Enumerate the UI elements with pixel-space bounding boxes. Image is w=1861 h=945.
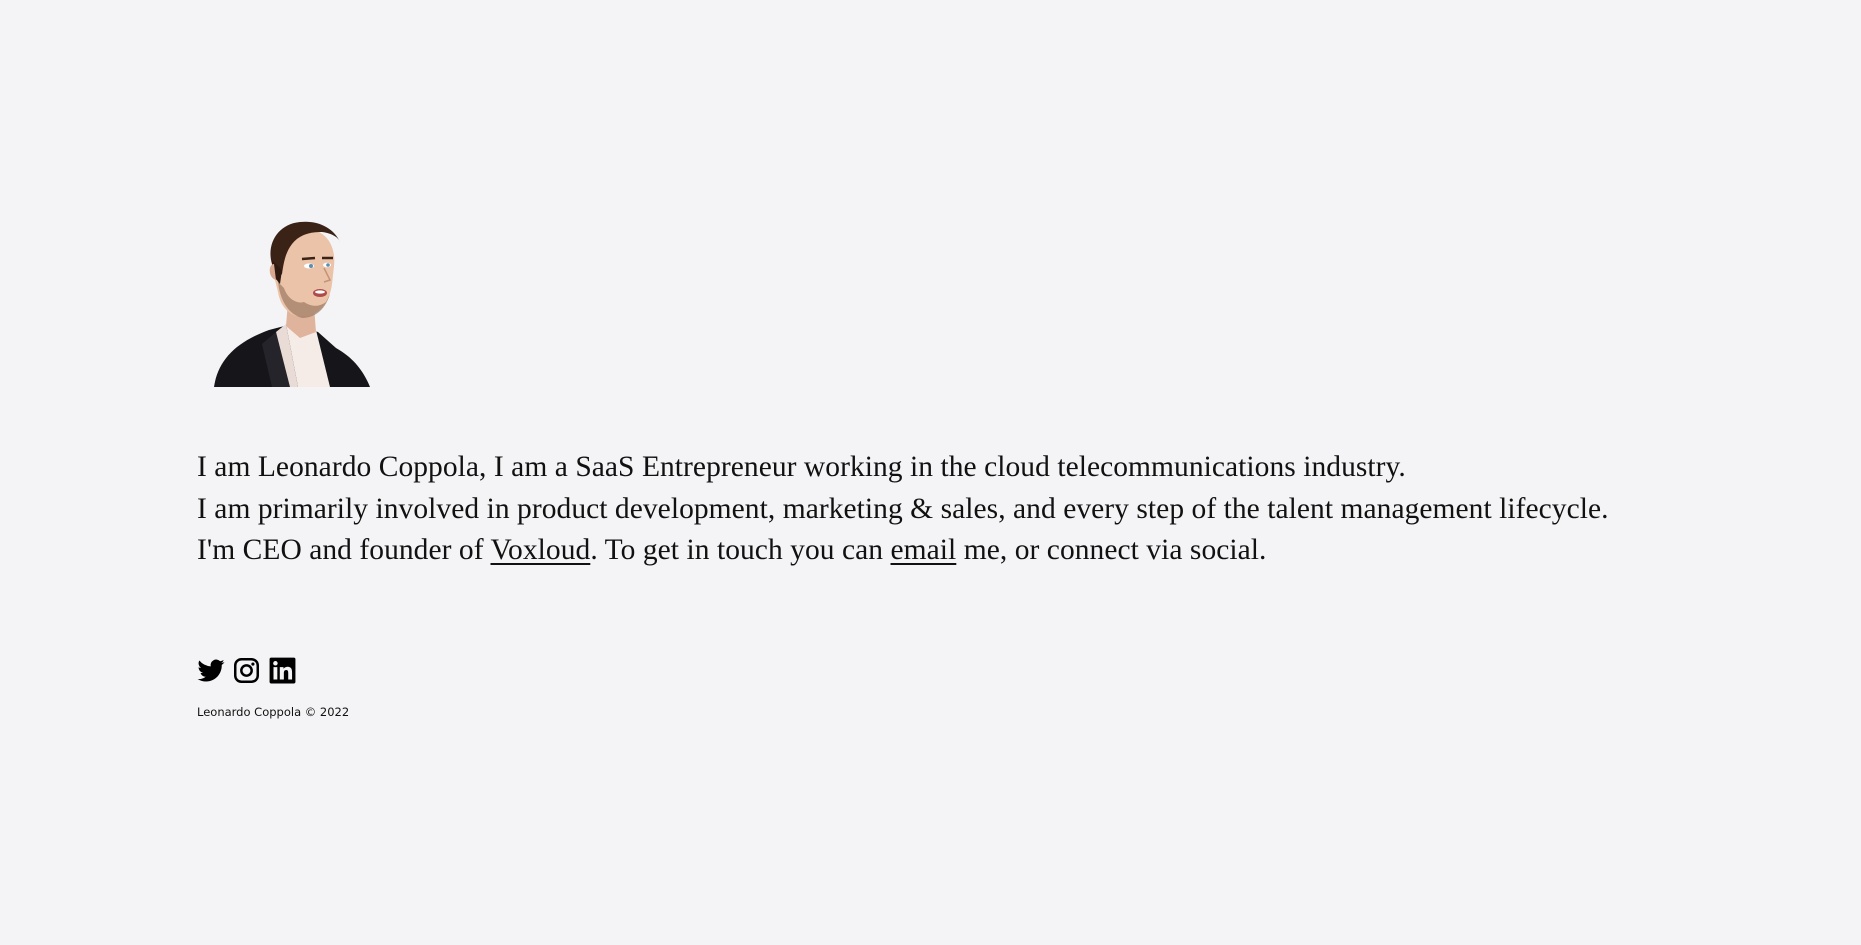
- linkedin-icon: [269, 657, 296, 683]
- copyright-footer: Leonardo Coppola © 2022: [197, 705, 350, 719]
- bio-line-2: I am primarily involved in product devel…: [197, 492, 1609, 525]
- linkedin-link[interactable]: [269, 657, 296, 684]
- avatar-illustration: [214, 221, 370, 387]
- email-link[interactable]: email: [891, 534, 957, 566]
- bio-line-3-suffix: me, or connect via social.: [956, 534, 1267, 566]
- instagram-icon: [234, 657, 259, 683]
- voxloud-link[interactable]: Voxloud: [491, 534, 591, 566]
- bio-line-3-middle: . To get in touch you can: [590, 534, 891, 566]
- social-links: [197, 655, 296, 685]
- bio: I am Leonardo Coppola, I am a SaaS Entre…: [197, 447, 1697, 572]
- page: I am Leonardo Coppola, I am a SaaS Entre…: [197, 0, 1697, 945]
- bio-line-3: I'm CEO and founder of Voxloud. To get i…: [197, 530, 1697, 572]
- instagram-link[interactable]: [233, 657, 260, 684]
- twitter-link[interactable]: [197, 657, 225, 684]
- twitter-icon: [197, 659, 225, 681]
- avatar: [214, 220, 388, 387]
- bio-line-3-prefix: I'm CEO and founder of: [197, 534, 491, 566]
- bio-line-1: I am Leonardo Coppola, I am a SaaS Entre…: [197, 451, 1406, 483]
